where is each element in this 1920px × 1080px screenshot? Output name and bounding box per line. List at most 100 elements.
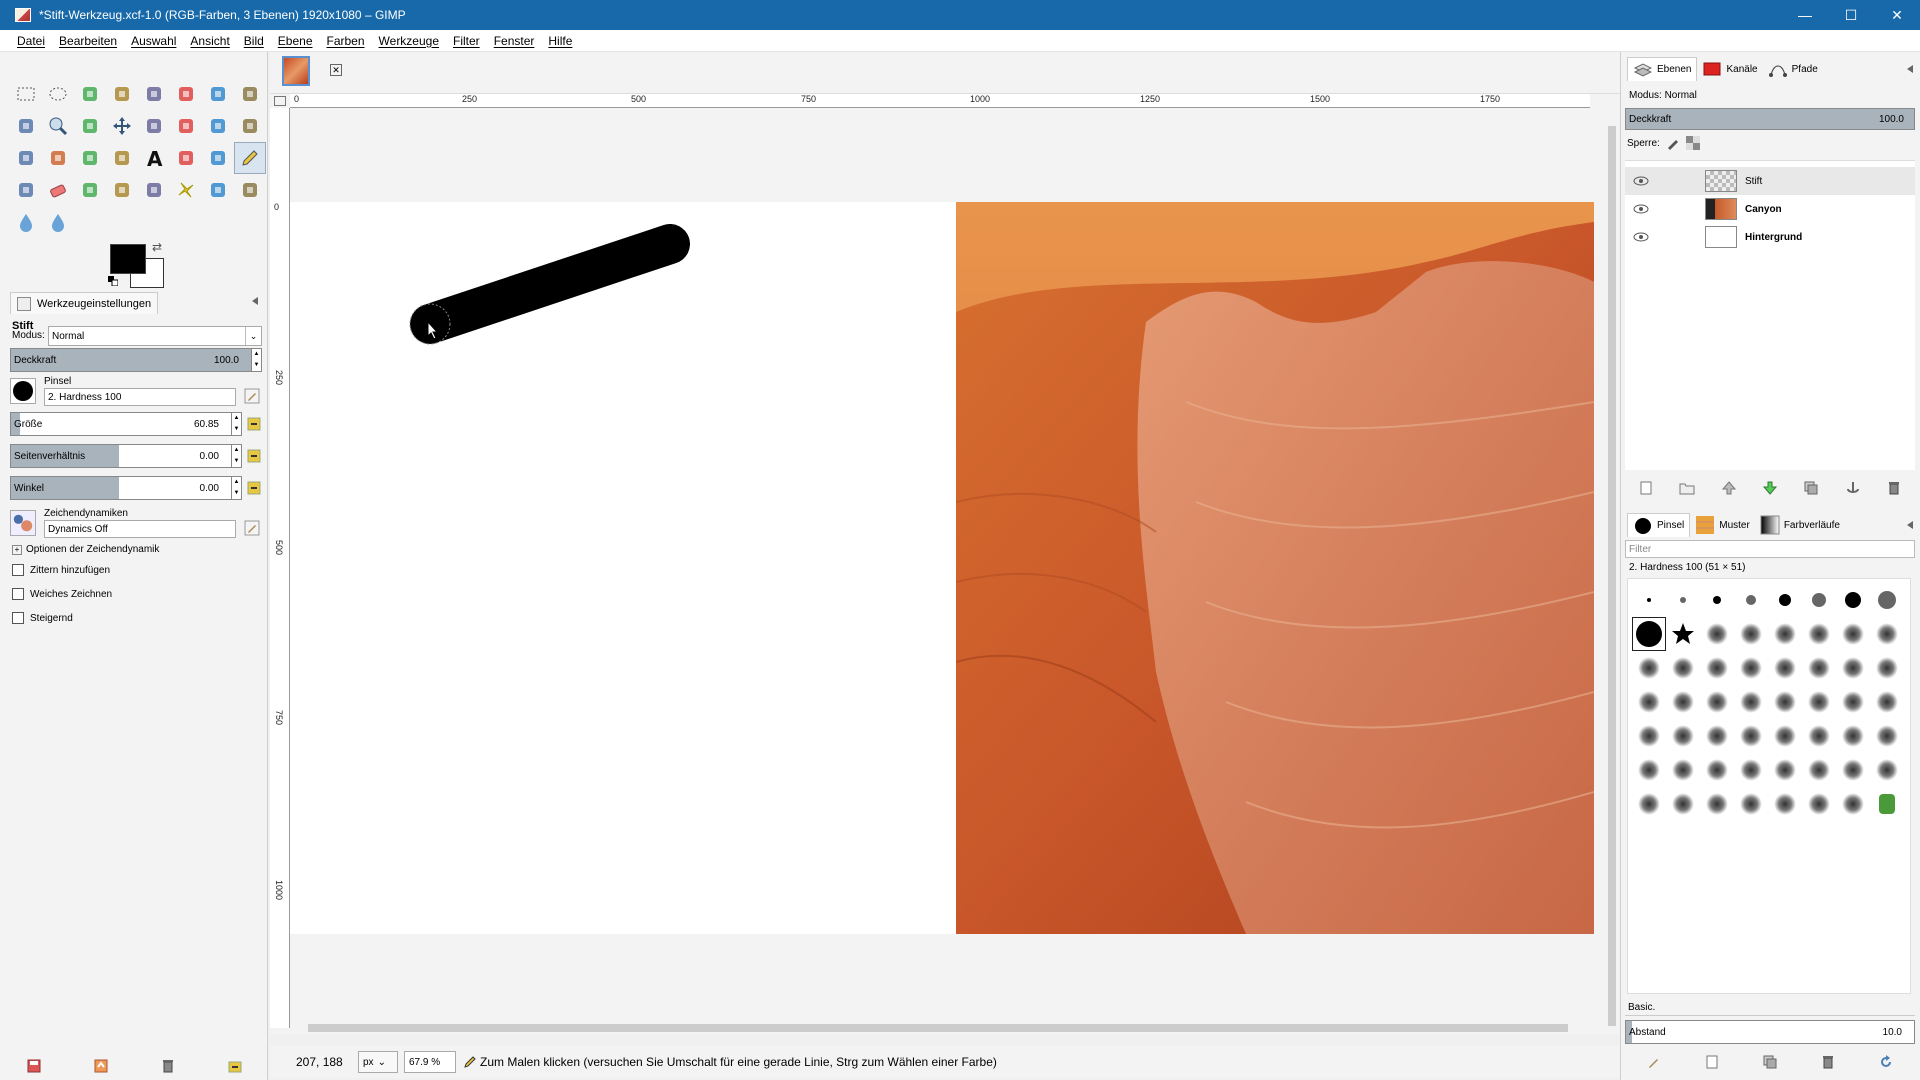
brush-item[interactable] (1632, 651, 1666, 685)
brush-item[interactable] (1700, 753, 1734, 787)
rect-select-icon[interactable] (10, 78, 42, 110)
save-options-icon[interactable] (26, 1058, 42, 1074)
vertical-scroll-thumb[interactable] (1608, 126, 1616, 1026)
smudge-icon[interactable] (202, 174, 234, 206)
configure-tab-icon[interactable] (250, 296, 260, 306)
blur-icon[interactable] (10, 206, 42, 238)
delete-layer-icon[interactable] (1886, 480, 1902, 496)
brush-item[interactable] (1870, 787, 1904, 821)
zoom-select[interactable]: 67.9 % (404, 1051, 456, 1073)
brush-item[interactable] (1836, 651, 1870, 685)
brush-item[interactable] (1802, 753, 1836, 787)
menu-hilfe[interactable]: Hilfe (541, 34, 579, 48)
brush-item[interactable] (1870, 617, 1904, 651)
brush-item[interactable] (1700, 583, 1734, 617)
brush-spacing-slider[interactable]: Abstand 10.0 (1625, 1020, 1915, 1044)
clone-icon[interactable] (138, 174, 170, 206)
brush-item[interactable] (1666, 617, 1700, 651)
brush-item[interactable] (1768, 583, 1802, 617)
tab-farbverlaeufe[interactable]: Farbverläufe (1755, 513, 1845, 537)
delete-options-icon[interactable] (160, 1058, 176, 1074)
tab-tool-options[interactable]: Werkzeugeinstellungen (10, 292, 159, 314)
brush-item[interactable] (1870, 685, 1904, 719)
align-icon[interactable] (138, 110, 170, 142)
menu-ebene[interactable]: Ebene (271, 34, 320, 48)
horizontal-scrollbar[interactable] (290, 1020, 1600, 1034)
incremental-checkbox[interactable] (12, 612, 24, 624)
brush-item[interactable] (1836, 685, 1870, 719)
menu-fenster[interactable]: Fenster (487, 34, 542, 48)
brush-preview-button[interactable] (10, 378, 36, 404)
angle-spinner[interactable]: ▲ ▼ (231, 477, 241, 499)
smooth-checkbox[interactable] (12, 588, 24, 600)
opacity-slider[interactable]: Deckkraft 100.0 ▲ ▼ (10, 348, 262, 372)
brush-item[interactable] (1632, 617, 1666, 651)
brush-item[interactable] (1666, 651, 1700, 685)
lasso-icon[interactable] (74, 78, 106, 110)
airbrush-icon[interactable] (74, 174, 106, 206)
new-brush-icon[interactable] (1704, 1054, 1720, 1070)
brush-item[interactable] (1768, 685, 1802, 719)
new-layer-icon[interactable] (1638, 480, 1654, 496)
heal-icon[interactable] (170, 142, 202, 174)
menu-auswahl[interactable]: Auswahl (124, 34, 183, 48)
mode-select[interactable]: Normal ⌄ (48, 326, 262, 346)
reset-size-icon[interactable] (246, 416, 262, 432)
zoom-icon[interactable] (42, 110, 74, 142)
brush-item[interactable] (1700, 651, 1734, 685)
jitter-checkbox[interactable] (12, 564, 24, 576)
brush-filter-input[interactable]: Filter (1625, 540, 1915, 558)
edit-brush-icon[interactable] (244, 388, 260, 404)
brush-item[interactable] (1836, 787, 1870, 821)
brush-item[interactable] (1768, 753, 1802, 787)
image-canvas[interactable] (290, 202, 1594, 934)
brush-item[interactable] (1802, 651, 1836, 685)
brush-item[interactable] (1768, 719, 1802, 753)
menu-filter[interactable]: Filter (446, 34, 487, 48)
layer-row-canyon[interactable]: Canyon (1625, 195, 1915, 223)
unit-select[interactable]: px ⌄ (358, 1051, 398, 1073)
edit-dynamics-icon[interactable] (244, 520, 260, 536)
close-button[interactable]: ✕ (1874, 0, 1920, 30)
lock-pixels-icon[interactable] (1666, 136, 1680, 150)
brush-field[interactable]: 2. Hardness 100 (44, 388, 236, 406)
crop-icon[interactable] (170, 110, 202, 142)
dynamics-field[interactable]: Dynamics Off (44, 520, 236, 538)
dynamics-preview-button[interactable] (10, 510, 36, 536)
pencil-icon[interactable] (234, 142, 266, 174)
brush-item[interactable] (1802, 787, 1836, 821)
scale-icon[interactable] (234, 110, 266, 142)
brush-item[interactable] (1632, 753, 1666, 787)
brush-item[interactable] (1666, 787, 1700, 821)
menu-datei[interactable]: Datei (10, 34, 52, 48)
smooth-checkbox-row[interactable]: Weiches Zeichnen (12, 588, 112, 600)
paths-icon[interactable] (234, 78, 266, 110)
brush-item[interactable] (1836, 753, 1870, 787)
brush-item[interactable] (1666, 719, 1700, 753)
brush-item[interactable] (1632, 719, 1666, 753)
layer-row-hintergrund[interactable]: Hintergrund (1625, 223, 1915, 251)
reset-options-icon[interactable] (227, 1058, 243, 1074)
brush-item[interactable] (1836, 719, 1870, 753)
paintbrush-icon[interactable] (10, 174, 42, 206)
dodge-icon[interactable] (234, 174, 266, 206)
menu-bearbeiten[interactable]: Bearbeiten (52, 34, 124, 48)
foreground-color-swatch[interactable] (110, 244, 146, 274)
horizontal-scroll-thumb[interactable] (308, 1024, 1568, 1032)
shear-icon[interactable] (10, 142, 42, 174)
dynamics-options-expander[interactable]: + Optionen der Zeichendynamik (12, 544, 159, 555)
tab-pfade[interactable]: Pfade (1763, 57, 1823, 81)
vertical-ruler[interactable]: 0 250 500 750 1000 (270, 108, 290, 1028)
brush-item[interactable] (1734, 651, 1768, 685)
color-select-icon[interactable] (138, 78, 170, 110)
refresh-brushes-icon[interactable] (1878, 1054, 1894, 1070)
brush-item[interactable] (1870, 651, 1904, 685)
tab-muster[interactable]: Muster (1690, 513, 1755, 537)
close-tab-icon[interactable]: ✕ (330, 64, 342, 76)
lock-alpha-icon[interactable] (1685, 136, 1700, 150)
angle-slider[interactable]: Winkel 0.00 ▲ ▼ (10, 476, 242, 500)
jitter-checkbox-row[interactable]: Zittern hinzufügen (12, 564, 110, 576)
edit-brush-icon[interactable] (1646, 1054, 1662, 1070)
foreground-select-icon[interactable] (202, 78, 234, 110)
eye-icon[interactable] (1633, 175, 1649, 187)
